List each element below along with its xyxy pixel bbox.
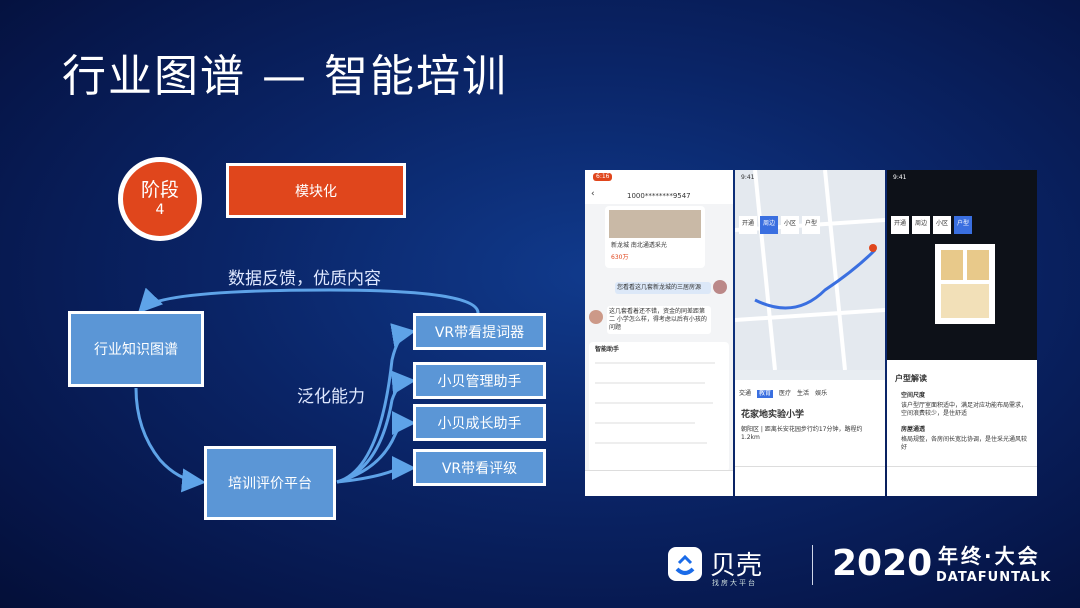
status-time: 9:41 bbox=[893, 174, 907, 181]
tab-nearby[interactable]: 周边 bbox=[760, 216, 779, 234]
category-life[interactable]: 生活 bbox=[797, 390, 809, 398]
chat-reply: 这几套看着还不错，资金的同差距第二 小学怎么样，得考虑以后有小孩的问题 bbox=[607, 306, 711, 334]
brand-name: 贝壳 bbox=[710, 551, 763, 581]
phone-map-screenshot: 9:41 开通 周边 小区 户型 交通 教育 医疗 生活 娱乐 花家地实验小学 … bbox=[735, 170, 885, 496]
assistant-title: 智能助手 bbox=[595, 346, 620, 353]
category-education[interactable]: 教育 bbox=[757, 390, 774, 398]
feedback-label: 数据反馈，优质内容 bbox=[228, 269, 381, 289]
tab-commute[interactable]: 开通 bbox=[891, 216, 910, 234]
platform-to-r4-arrow bbox=[336, 456, 416, 484]
graph-to-platform-arrow bbox=[134, 387, 206, 493]
listing-title: 新龙城 南北通透采光 bbox=[611, 242, 667, 249]
listing-price: 630万 bbox=[611, 254, 629, 261]
chat-question: 您看看这几套新龙城的三居房源 bbox=[615, 282, 711, 294]
category-transport[interactable]: 交通 bbox=[739, 390, 751, 398]
generalize-label: 泛化能力 bbox=[297, 387, 365, 407]
status-time: 9:41 bbox=[741, 174, 755, 181]
phone-chat-screenshot: 6:16 ‹ 1000********9547 新龙城 南北通透采光 630万 … bbox=[585, 170, 733, 496]
output-box-vr-prompter: VR带看提词器 bbox=[413, 313, 546, 350]
layout-section-title: 户型解读 bbox=[895, 374, 927, 383]
event-name: 年终·大会 bbox=[938, 544, 1041, 568]
output-box-vr-rating: VR带看评级 bbox=[413, 449, 546, 486]
layout-item1-title: 空间尺度 bbox=[901, 392, 926, 399]
category-medical[interactable]: 医疗 bbox=[779, 390, 791, 398]
back-icon[interactable]: ‹ bbox=[591, 190, 595, 199]
training-platform-box: 培训评价平台 bbox=[204, 446, 336, 520]
tab-nearby[interactable]: 周边 bbox=[912, 216, 931, 234]
platform-to-r1-arrow bbox=[336, 323, 416, 484]
organizer-name: DATAFUNTALK bbox=[936, 570, 1052, 585]
footer-divider bbox=[812, 545, 813, 585]
phone-floorplan-screenshot: 9:41 开通 周边 小区 户型 户型解读 空间尺度 该户型厅室面积适中，满足对… bbox=[887, 170, 1037, 496]
status-time: 6:16 bbox=[593, 173, 613, 181]
output-box-growth-assistant: 小贝成长助手 bbox=[413, 404, 546, 441]
floorplan-image bbox=[935, 244, 995, 324]
event-year: 2020 bbox=[832, 543, 933, 584]
brand-subtitle: 找房大平台 bbox=[712, 579, 757, 587]
feedback-arrow bbox=[137, 287, 480, 314]
output-box-management-assistant: 小贝管理助手 bbox=[413, 362, 546, 399]
tab-community[interactable]: 小区 bbox=[933, 216, 952, 234]
school-name: 花家地实验小学 bbox=[741, 410, 805, 420]
layout-item2-text: 格局规整，各房间长宽比协调，是住采光通风较好 bbox=[901, 436, 1028, 451]
chat-contact: 1000********9547 bbox=[627, 192, 691, 200]
house-icon bbox=[668, 546, 702, 581]
tab-community[interactable]: 小区 bbox=[781, 216, 800, 234]
tab-layout[interactable]: 户型 bbox=[802, 216, 821, 234]
layout-item1-text: 该户型厅室面积适中，满足对应功能布局需求，空间浪费较少，是住舒适 bbox=[901, 402, 1028, 417]
knowledge-graph-box: 行业知识图谱 bbox=[68, 311, 204, 387]
tab-layout[interactable]: 户型 bbox=[954, 216, 973, 234]
category-entertainment[interactable]: 娱乐 bbox=[815, 390, 827, 398]
tab-commute[interactable]: 开通 bbox=[739, 216, 758, 234]
layout-item2-title: 房屋通透 bbox=[901, 426, 926, 433]
school-address: 朝阳区 | 距离长安花园步行约17分钟，路程约1.2km bbox=[741, 426, 863, 441]
beike-logo: 贝壳 bbox=[668, 545, 762, 582]
